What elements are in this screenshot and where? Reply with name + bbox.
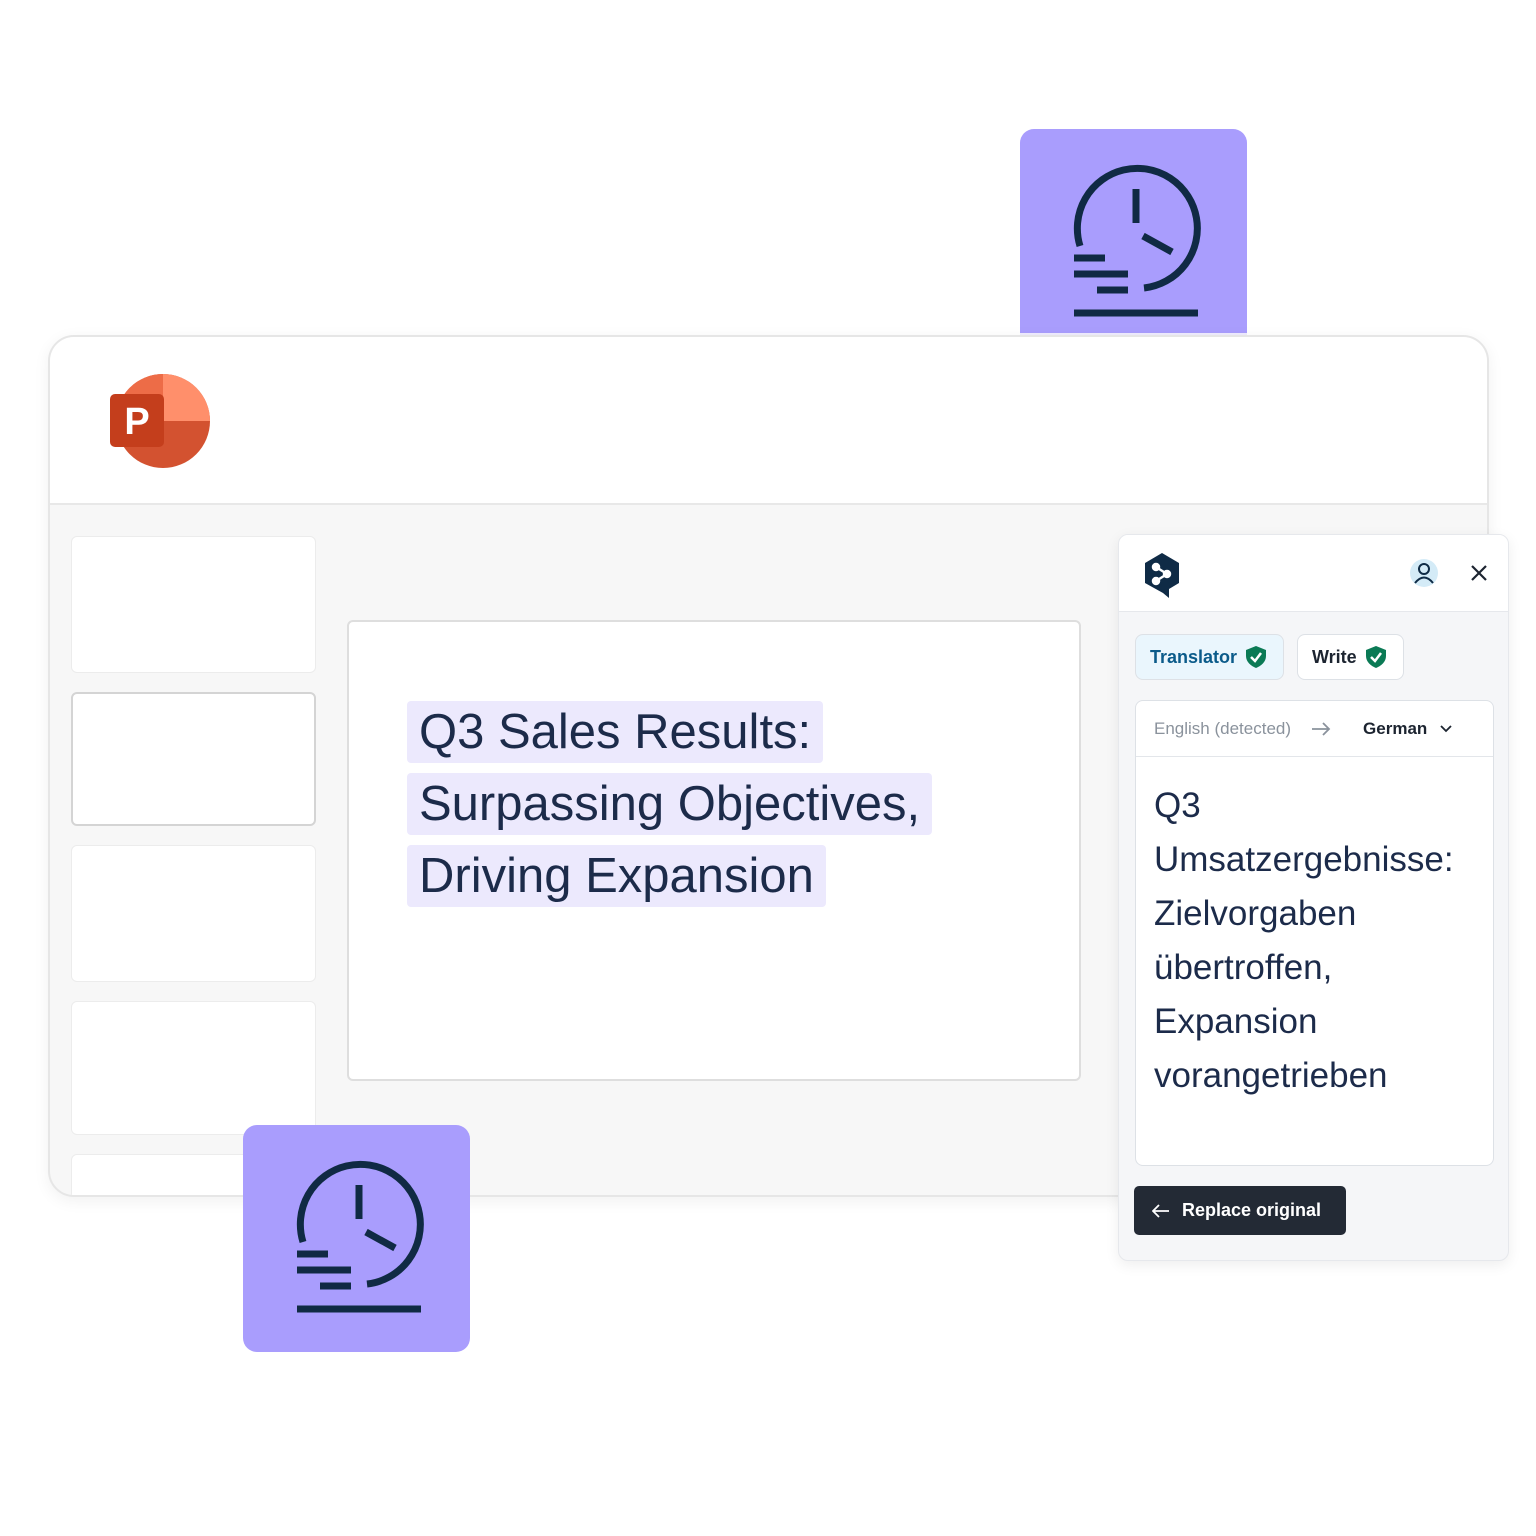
svg-text:P: P (124, 401, 149, 443)
shield-check-icon (1365, 646, 1386, 668)
tab-write[interactable]: Write (1297, 634, 1404, 680)
feature-tile-bottom (243, 1125, 470, 1352)
close-icon[interactable] (1470, 564, 1488, 582)
deepl-panel: Translator Write English (detected) Germ… (1118, 534, 1509, 1261)
slide-title-line-1[interactable]: Q3 Sales Results: (407, 701, 824, 763)
slide-title-line-3[interactable]: Driving Expansion (407, 845, 826, 907)
translation-output[interactable]: Q3 Umsatzergebnisse: Zielvorgaben übertr… (1154, 779, 1454, 1103)
target-language-select[interactable]: German (1363, 719, 1427, 739)
arrow-left-icon (1152, 1203, 1169, 1218)
clock-speed-icon (296, 1160, 424, 1313)
powerpoint-logo: P (110, 374, 210, 468)
clock-speed-icon (1073, 164, 1201, 317)
deepl-logo (1145, 553, 1179, 598)
panel-header (1119, 535, 1508, 612)
arrow-right-icon (1312, 721, 1331, 736)
slide-thumbnail-3[interactable] (71, 845, 316, 982)
feature-tile-top (1020, 129, 1247, 333)
translation-box: English (detected) German Q3 Umsatzergeb… (1135, 700, 1494, 1166)
replace-original-button[interactable]: Replace original (1134, 1186, 1346, 1235)
language-bar: English (detected) German (1136, 701, 1493, 757)
slide-thumbnail-2[interactable] (71, 692, 316, 826)
tab-translator[interactable]: Translator (1135, 634, 1284, 680)
slide-thumbnail-4[interactable] (71, 1001, 316, 1135)
chevron-down-icon[interactable] (1439, 724, 1453, 734)
window-header: P (50, 337, 1487, 505)
shield-check-icon (1246, 646, 1267, 668)
slide-thumbnail-1[interactable] (71, 536, 316, 673)
slide-canvas[interactable]: Q3 Sales Results: Surpassing Objectives,… (347, 620, 1081, 1081)
user-avatar-icon[interactable] (1409, 558, 1439, 588)
slide-title-line-2[interactable]: Surpassing Objectives, (407, 773, 933, 835)
source-language[interactable]: English (detected) (1154, 719, 1291, 739)
